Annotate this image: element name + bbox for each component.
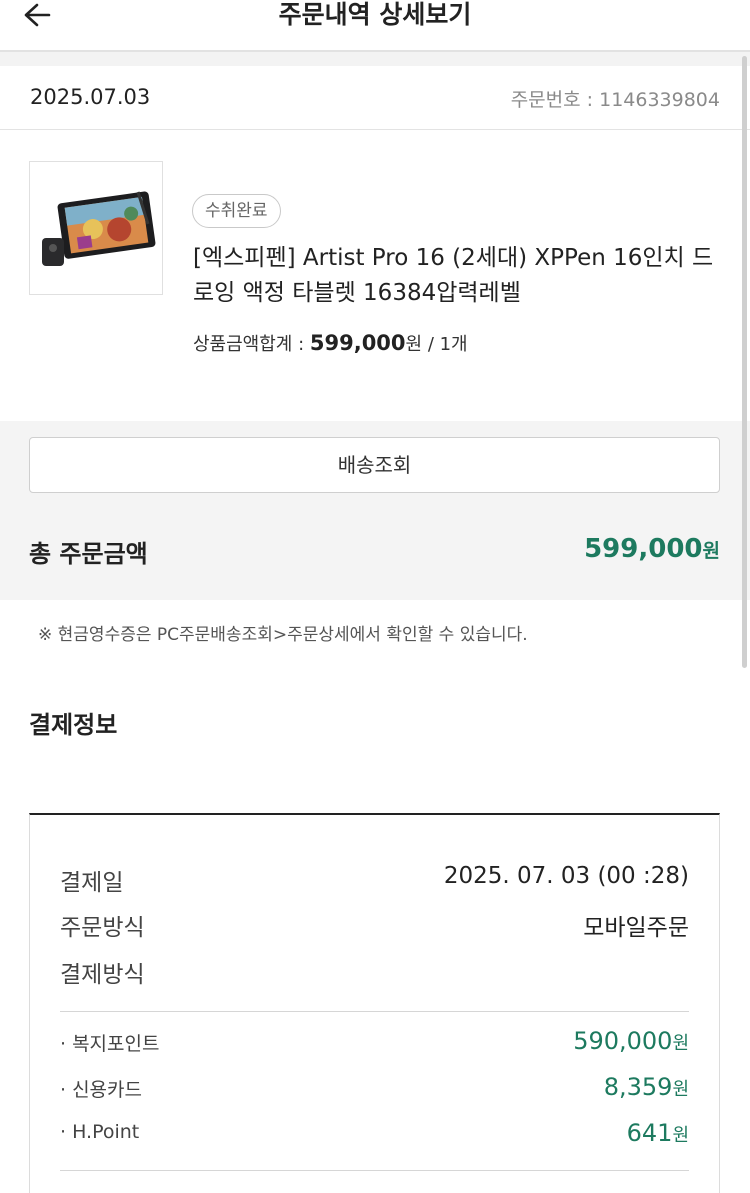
payment-method-item: · 복지포인트 590,000원 xyxy=(60,1027,689,1059)
order-method-value: 모바일주문 xyxy=(583,915,689,941)
method-amount-value: 590,000 xyxy=(573,1027,673,1055)
payment-info-box: 결제일 2025. 07. 03 (00 :28) 주문방식 모바일주문 결제방… xyxy=(29,813,720,1193)
total-unit: 원 xyxy=(702,540,720,562)
method-amount-value: 641 xyxy=(626,1119,673,1147)
page-title: 주문내역 상세보기 xyxy=(278,0,472,29)
total-order-label: 총 주문금액 xyxy=(29,540,148,568)
drawing-tablet-image xyxy=(42,191,156,266)
payment-method-item: · H.Point 641원 xyxy=(60,1119,689,1151)
payment-method-row: 결제방식 xyxy=(60,955,689,989)
method-amount: 641원 xyxy=(627,1119,689,1147)
delivery-tracking-button[interactable]: 배송조회 xyxy=(29,437,720,493)
method-amount-value: 8,359 xyxy=(603,1073,673,1101)
total-amount: 599,000 xyxy=(584,534,703,564)
status-badge: 수취완료 xyxy=(192,194,281,228)
method-amount: 590,000원 xyxy=(573,1027,689,1055)
order-date: 2025.07.03 xyxy=(30,85,151,109)
method-amount-unit: 원 xyxy=(672,1079,689,1100)
order-header: 2025.07.03 주문번호 : 1146339804 xyxy=(0,66,750,130)
receipt-notice: ※ 현금영수증은 PC주문배송조회>주문상세에서 확인할 수 있습니다. xyxy=(38,625,528,645)
method-label: · 신용카드 xyxy=(60,1079,142,1101)
product-card[interactable]: 수취완료 [엑스피펜] Artist Pro 16 (2세대) XPPen 16… xyxy=(0,131,750,421)
scrollbar[interactable] xyxy=(742,56,747,668)
order-method-row: 주문방식 모바일주문 xyxy=(60,908,689,942)
method-amount-unit: 원 xyxy=(672,1033,689,1054)
method-label: · 복지포인트 xyxy=(60,1033,160,1055)
method-label: · H.Point xyxy=(60,1121,140,1143)
order-number: 주문번호 : 1146339804 xyxy=(510,89,720,111)
method-amount: 8,359원 xyxy=(604,1073,689,1101)
order-method-label: 주문방식 xyxy=(60,915,145,941)
payment-date-value: 2025. 07. 03 (00 :28) xyxy=(443,863,689,889)
page-header: 주문내역 상세보기 xyxy=(0,0,750,52)
price-unit-qty: 원 / 1개 xyxy=(405,334,468,355)
product-thumbnail[interactable] xyxy=(29,161,163,295)
payment-date-row: 결제일 2025. 07. 03 (00 :28) xyxy=(60,863,689,897)
method-amount-unit: 원 xyxy=(672,1125,689,1146)
price-label: 상품금액합계 : xyxy=(193,334,310,355)
divider xyxy=(60,1170,689,1171)
payment-method-item: · 신용카드 8,359원 xyxy=(60,1073,689,1105)
section-gap xyxy=(0,52,750,66)
payment-date-label: 결제일 xyxy=(60,870,124,896)
total-order-amount: 599,000원 xyxy=(584,534,720,564)
price-amount: 599,000 xyxy=(309,331,406,355)
product-name[interactable]: [엑스피펜] Artist Pro 16 (2세대) XPPen 16인치 드로… xyxy=(193,241,723,311)
divider xyxy=(60,1011,689,1012)
product-price-line: 상품금액합계 : 599,000원 / 1개 xyxy=(193,330,468,356)
payment-method-label: 결제방식 xyxy=(60,962,145,988)
payment-section-title: 결제정보 xyxy=(29,711,118,739)
